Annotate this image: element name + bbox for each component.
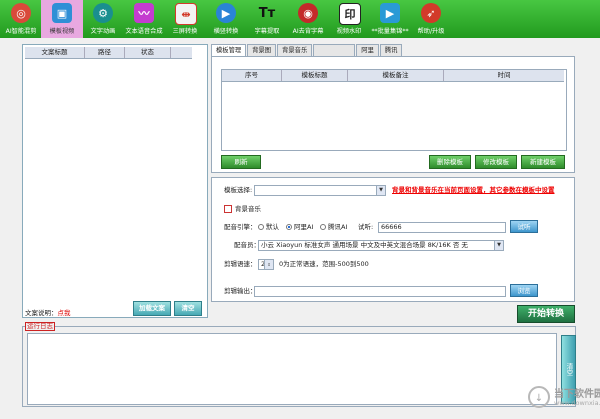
clear-scripts-button[interactable]: 清空 [174, 301, 202, 316]
radio-icon [320, 224, 326, 230]
col-index[interactable]: 序号 [222, 70, 282, 81]
tab-empty[interactable] [313, 44, 356, 56]
spinner-icon[interactable]: ⇕ [264, 260, 273, 269]
script-help: 文案说明：点我 [25, 307, 71, 317]
engine-label: 配音引擎： [224, 223, 257, 231]
start-convert-button[interactable]: 开始转换 [517, 305, 575, 323]
speed-stepper[interactable]: 2 ⇕ [258, 259, 274, 270]
chevron-down-icon: ▼ [494, 241, 503, 250]
tab-tencent[interactable]: 腾讯 [379, 44, 403, 56]
tv-icon: ▣ [52, 3, 72, 23]
waveform-icon: 〰 [134, 3, 154, 23]
gear-icon: ⚙ [93, 3, 113, 23]
col-template-note[interactable]: 模板备注 [348, 70, 444, 81]
template-table: 序号 模板标题 模板备注 时间 [221, 69, 567, 151]
run-log-panel: 运行日志 清空 [22, 322, 576, 407]
engine-ali-radio[interactable]: 阿里AI [286, 222, 313, 233]
run-log-label: 运行日志 [25, 322, 55, 331]
video-camera-icon: ▶ [380, 3, 400, 23]
tab-ali[interactable]: 阿里 [356, 44, 379, 56]
delete-template-button[interactable]: 删除模板 [429, 155, 471, 169]
refresh-button[interactable]: 刷新 [221, 155, 261, 169]
col-status[interactable]: 状态 [125, 47, 171, 58]
radio-icon [258, 224, 264, 230]
script-table-body[interactable] [25, 59, 192, 314]
script-list-panel: 文案标题 路径 状态 文案说明：点我 加载文案 清空 [22, 44, 208, 318]
voice-label: 配音员： [234, 241, 260, 249]
basketball-icon: ◎ [11, 3, 31, 23]
speed-label: 剪辑语速： [224, 260, 257, 268]
voice-select[interactable]: 小云 Xiaoyun 标准女声 通用场景 中文及中英文混合场景 8K/16K 否… [258, 240, 504, 251]
engine-default-radio[interactable]: 默认 [258, 222, 279, 233]
output-label: 剪辑输出： [224, 287, 257, 295]
voice-select-value: 小云 Xiaoyun 标准女声 通用场景 中文及中英文混合场景 8K/16K 否… [261, 241, 468, 249]
watermark-title: 当下软件园 [554, 389, 600, 400]
conversion-settings-panel: 模板选择: ▼ 背景和背景音乐在当前页面设置，其它参数在模板中设置 背景音乐 配… [211, 177, 575, 302]
chevron-down-icon: ▼ [376, 186, 385, 195]
browse-button[interactable]: 浏览 [510, 284, 538, 297]
engine-tencent-radio[interactable]: 腾讯AI [320, 222, 347, 233]
top-toolbar: ◎ AI智能混剪 ▣ 模板视频 ⚙ 文字动画 〰 文本语音合成 ⇹ 三屏转换 ▶… [0, 0, 600, 38]
load-script-button[interactable]: 加载文案 [133, 301, 171, 316]
col-script-title[interactable]: 文案标题 [25, 47, 85, 58]
template-panel: 序号 模板标题 模板备注 时间 刷新 删除模板 修改模板 新建模板 [211, 56, 575, 173]
new-template-button[interactable]: 新建模板 [521, 155, 565, 169]
settings-tabs: 模板管理 背景图 背景音乐 阿里 腾讯 [211, 44, 403, 56]
col-template-title[interactable]: 模板标题 [282, 70, 348, 81]
seal-icon: 印 [339, 3, 361, 25]
col-path[interactable]: 路径 [85, 47, 125, 58]
bg-music-checkbox[interactable] [224, 205, 232, 213]
engine-default-label: 默认 [266, 223, 279, 231]
col-time[interactable]: 时间 [444, 70, 564, 81]
watermark-url: www.downxia.com [554, 399, 600, 407]
run-log-output[interactable] [27, 333, 557, 405]
listen-button[interactable]: 试听 [510, 220, 538, 233]
tab-template-manage[interactable]: 模板管理 [211, 44, 247, 56]
template-table-header: 序号 模板标题 模板备注 时间 [222, 70, 564, 82]
rocket-icon: ➶ [421, 3, 441, 23]
site-watermark: ↓ 当下软件园 www.downxia.com [528, 382, 600, 416]
edit-template-button[interactable]: 修改模板 [475, 155, 517, 169]
script-table-header: 文案标题 路径 状态 [25, 47, 192, 59]
engine-tencent-label: 腾讯AI [328, 223, 348, 231]
bg-music-label: 背景音乐 [235, 205, 261, 213]
tab-bg-music[interactable]: 背景音乐 [277, 44, 313, 56]
tool-help[interactable]: ➶ 帮助/升级 [410, 0, 452, 38]
text-icon: Tт [258, 5, 276, 21]
template-select-label: 模板选择: [224, 186, 253, 194]
play-icon: ▶ [216, 3, 236, 23]
radio-selected-icon [286, 224, 292, 230]
output-path-input[interactable] [254, 286, 506, 297]
split-screen-icon: ⇹ [175, 3, 197, 25]
bg-music-option[interactable]: 背景音乐 [224, 204, 261, 215]
listen-label: 试听: [358, 223, 374, 231]
speed-hint: 0为正常语速，范围-500到500 [279, 260, 369, 268]
download-logo-icon: ↓ [528, 386, 550, 408]
bg-warning: 背景和背景音乐在当前页面设置，其它参数在模板中设置 [392, 186, 555, 194]
template-select[interactable]: ▼ [254, 185, 386, 196]
script-help-label: 文案说明： [25, 309, 58, 317]
record-icon: ◉ [298, 3, 318, 23]
script-help-link[interactable]: 点我 [58, 309, 71, 317]
tool-label: 帮助/升级 [417, 28, 445, 35]
engine-ali-label: 阿里AI [294, 223, 314, 231]
listen-input[interactable]: 66666 [378, 222, 506, 233]
tab-bg-image[interactable]: 背景图 [247, 44, 277, 56]
